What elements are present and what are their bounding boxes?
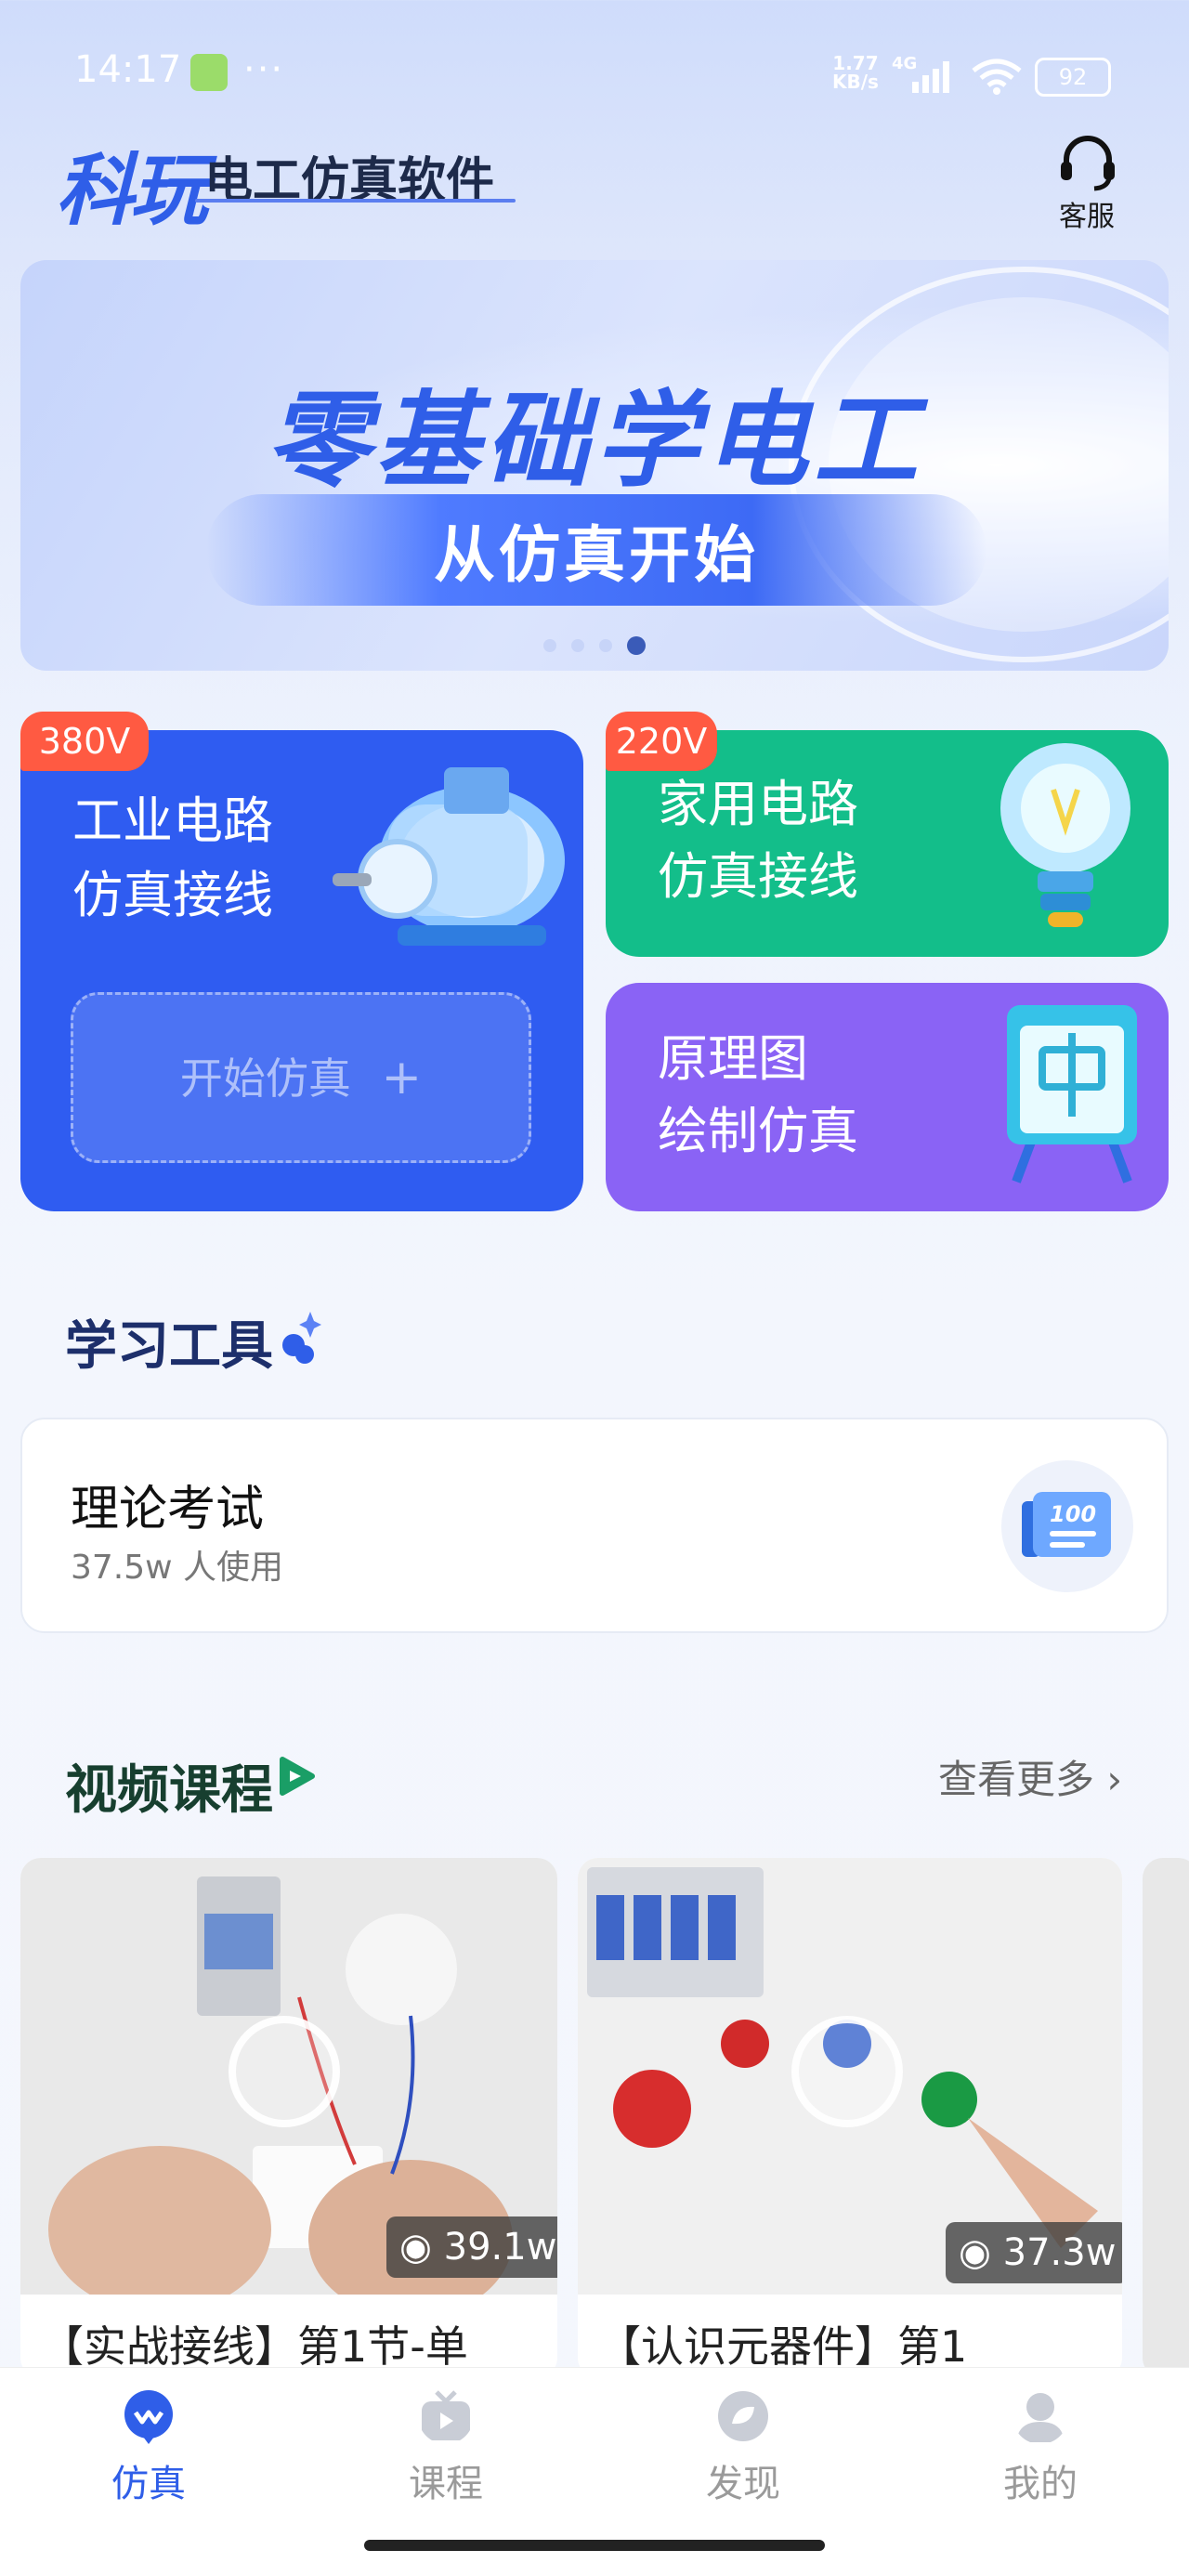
home-card-line1: 家用电路 xyxy=(658,775,858,833)
status-time: 14:17 xyxy=(74,48,182,91)
lightbulb-icon xyxy=(1000,743,1130,927)
banner-dot-active[interactable] xyxy=(627,635,646,655)
tab-courses-label: 课程 xyxy=(409,2463,483,2505)
eye-icon: ◉ xyxy=(399,2226,432,2269)
learning-tools-title: 学习工具 xyxy=(65,1316,273,1377)
exam-icon-text: 100 xyxy=(1050,1501,1096,1527)
start-simulation-label: 开始仿真 xyxy=(179,1053,351,1104)
customer-service-button[interactable]: 客服 xyxy=(1059,193,1115,234)
exam-100-icon: 100 xyxy=(1022,1492,1111,1557)
video-card[interactable]: ◉ 39.1w 【实战接线】第1节-单 xyxy=(20,1858,557,2378)
battery-indicator: 92 xyxy=(1035,58,1111,97)
schematic-card-line2: 绘制仿真 xyxy=(658,1102,858,1160)
schematic-card-line1: 原理图 xyxy=(658,1029,808,1088)
banner-title: 零基础学电工 xyxy=(266,381,923,502)
video-courses-title: 视频课程 xyxy=(65,1760,273,1821)
voltage-badge-220: 220V xyxy=(606,712,717,771)
sparkle-icon xyxy=(282,1312,321,1364)
industrial-card-line1: 工业电路 xyxy=(72,791,273,850)
video-caption: 【认识元器件】第1 xyxy=(598,2321,968,2372)
video-views: ◉ 39.1w xyxy=(386,2216,557,2278)
tab-simulation-label: 仿真 xyxy=(111,2463,186,2505)
video-card[interactable]: ◉ 37.3w 【认识元器件】第1 xyxy=(578,1858,1122,2378)
home-indicator[interactable] xyxy=(364,2540,825,2551)
eye-icon: ◉ xyxy=(959,2231,991,2274)
course-tv-icon xyxy=(422,2390,470,2440)
discover-icon xyxy=(718,2391,768,2441)
theory-exam-users: 37.5w 人使用 xyxy=(71,1549,284,1587)
logo-underline xyxy=(195,199,516,203)
theory-exam-card[interactable]: 理论考试 37.5w 人使用 100 xyxy=(20,1418,1169,1633)
app-logo: 科玩 xyxy=(56,145,208,236)
tab-courses[interactable]: 课程 xyxy=(353,2388,539,2507)
schematic-drawing-card[interactable]: 原理图 绘制仿真 xyxy=(606,983,1169,1211)
banner-dot[interactable] xyxy=(571,638,584,652)
voltage-badge-380: 380V xyxy=(20,712,149,771)
play-badge-icon xyxy=(280,1757,315,1796)
banner-dot[interactable] xyxy=(543,638,556,652)
video-card-partial[interactable] xyxy=(1143,1858,1189,2378)
tab-discover[interactable]: 发现 xyxy=(650,2388,836,2507)
play-button-icon[interactable] xyxy=(791,2016,903,2127)
tab-profile[interactable]: 我的 xyxy=(947,2388,1133,2507)
chevron-right-icon: › xyxy=(1106,1757,1123,1802)
banner-subtitle: 从仿真开始 xyxy=(434,519,759,591)
profile-icon xyxy=(1016,2393,1065,2442)
video-caption: 【实战接线】第1节-单 xyxy=(41,2321,468,2372)
video-views-count: 37.3w xyxy=(1002,2231,1117,2274)
theory-exam-title: 理论考试 xyxy=(71,1482,265,1537)
view-more-label: 查看更多 xyxy=(938,1757,1095,1802)
network-speed: 1.77 KB/s xyxy=(832,54,879,91)
industrial-card-line2: 仿真接线 xyxy=(72,866,273,924)
tab-profile-label: 我的 xyxy=(1003,2463,1078,2505)
tab-discover-label: 发现 xyxy=(706,2463,780,2505)
banner-pagination[interactable] xyxy=(20,635,1169,655)
plus-icon: + xyxy=(381,1050,423,1105)
home-card-line2: 仿真接线 xyxy=(658,847,858,906)
simulation-icon xyxy=(124,2390,173,2444)
start-simulation-button[interactable]: 开始仿真 + xyxy=(71,992,531,1163)
view-more-link[interactable]: 查看更多 › xyxy=(938,1748,1122,1805)
exam-icon-container: 100 xyxy=(1001,1460,1133,1592)
network-speed-value: 1.77 xyxy=(832,52,879,74)
industrial-circuit-card[interactable]: 工业电路 仿真接线 开始仿真 + xyxy=(20,730,583,1211)
headset-icon[interactable] xyxy=(1055,130,1120,195)
motor-icon xyxy=(333,767,565,946)
play-button-icon[interactable] xyxy=(229,2016,340,2127)
drawing-board-icon xyxy=(1007,1005,1137,1183)
more-notifications-icon: ··· xyxy=(243,48,285,91)
network-speed-unit: KB/s xyxy=(832,71,879,93)
video-views-count: 39.1w xyxy=(443,2226,557,2269)
wifi-icon xyxy=(972,59,1022,95)
banner-dot[interactable] xyxy=(599,638,612,652)
signal-icon xyxy=(912,61,949,93)
promo-banner[interactable]: 零基础学电工 从仿真开始 xyxy=(20,260,1169,671)
video-views: ◉ 37.3w xyxy=(946,2222,1122,2283)
tab-simulation[interactable]: 仿真 xyxy=(56,2388,242,2507)
app-notification-icon xyxy=(190,54,228,91)
